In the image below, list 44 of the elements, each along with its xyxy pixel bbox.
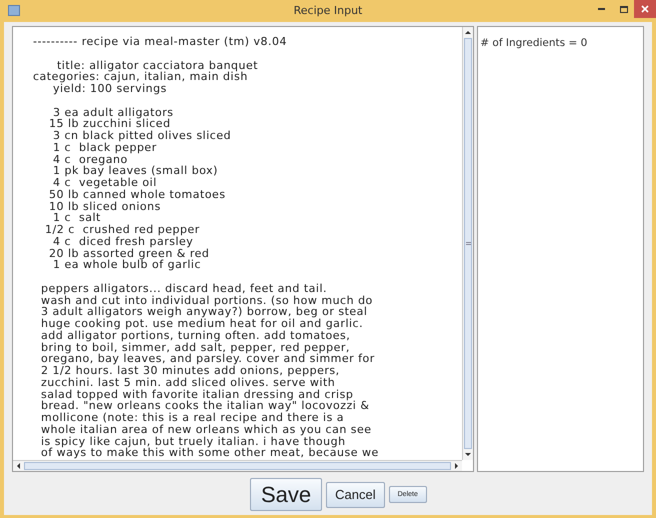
text-line: categories: cajun, italian, main dish [33,71,248,83]
text-line: of ways to make this with some other meat, because we [40,447,379,459]
scroll-thumb[interactable] [24,462,452,470]
text-line: salad topped with favorite italian dressing and crisp [40,388,354,400]
text-line: 1 ea whole bulb of garlic [52,259,201,271]
text-line: 4 c diced fresh parsley [52,236,194,248]
text-line: 3 ea adult alligators [52,106,174,118]
app-icon [8,5,20,16]
text-line: bring to boil, simmer, add salt, pepper, red pepper, [40,342,350,354]
window-title: Recipe Input [294,2,362,19]
text-line: is spicy like cajun, but truely italian. i have though [40,436,346,448]
scroll-thumb[interactable] [464,38,472,449]
action-button[interactable]: Save [250,478,322,511]
text-line: ---------- recipe via meal-master (tm) v8.04 [33,36,288,48]
close-icon[interactable] [634,0,656,18]
text-line: peppers alligators... discard head, feet and tail. [40,282,328,294]
text-line: 1 c black pepper [52,142,157,154]
text-line: yield: 100 servings [52,83,167,95]
text-line: 4 c oregano [52,154,128,166]
text-line: 1/2 c crushed red pepper [44,224,200,236]
ingredients-count: # of Ingredients = 0 [480,37,588,49]
text-line: 10 lb sliced onions [48,200,161,212]
text-line: oregano, bay leaves, and parsley. cover and simmer for [40,353,375,365]
vertical-scrollbar[interactable] [462,27,474,460]
text-line: mollicone (note: this is a real recipe and there is a [40,412,344,424]
text-line: 3 adult alligators weigh anyway?) borrow, beg or steal [40,306,368,318]
text-line: zucchini. last 5 min. add sliced olives. serve with [40,376,336,388]
text-line: 4 c vegetable oil [52,177,157,189]
text-line: 15 lb zucchini sliced [48,118,171,130]
action-button[interactable]: Cancel [326,482,385,508]
text-line: bread. "new orleans cooks the italian way" locovozzi & [40,400,370,412]
text-line: 20 lb assorted green & red [48,248,210,260]
text-line: 1 c salt [52,212,101,224]
recipe-text-area[interactable] [12,26,474,472]
text-line: whole italian area of new orleans which as you can see [40,424,372,436]
text-line: 2 1/2 hours. last 30 minutes add onions, peppers, [40,365,340,377]
text-line: 3 cn black pitted olives sliced [52,130,232,142]
text-line: 1 pk bay leaves (small box) [52,165,218,177]
horizontal-scrollbar[interactable] [13,460,462,471]
text-line: huge cooking pot. use medium heat for oil and garlic. [40,318,364,330]
text-line: 50 lb canned whole tomatoes [48,188,226,200]
text-line: add alligator portions, turning often. add tomatoes, [40,330,350,342]
text-line: title: alligator cacciatora banquet [56,60,258,72]
text-line: wash and cut into individual portions. (so how much do [40,294,373,306]
